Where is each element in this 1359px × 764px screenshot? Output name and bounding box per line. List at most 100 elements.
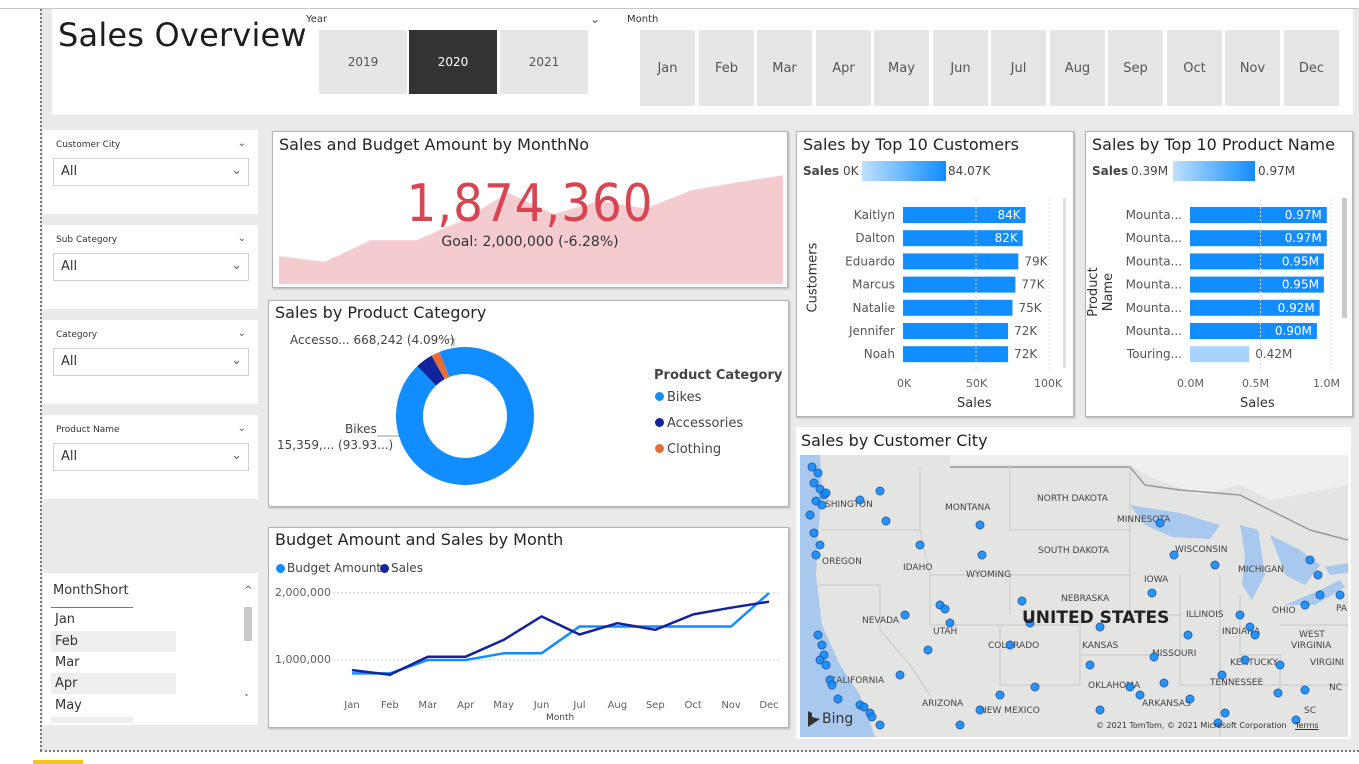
- map-city-bubble[interactable]: [821, 488, 831, 498]
- donut-visual[interactable]: Sales by Product Category Accesso... 668…: [268, 300, 789, 507]
- map-city-bubble[interactable]: [1147, 588, 1157, 598]
- map-city-bubble[interactable]: [975, 520, 985, 530]
- chevron-down-icon[interactable]: ⌄: [238, 423, 246, 434]
- map-city-bubble[interactable]: [1335, 590, 1345, 600]
- map-city-bubble[interactable]: [900, 610, 910, 620]
- map-city-bubble[interactable]: [809, 528, 819, 538]
- map-city-bubble[interactable]: [923, 645, 933, 655]
- month-button-aug[interactable]: Aug: [1050, 30, 1105, 106]
- sub-category-dropdown[interactable]: All ⌄: [53, 253, 249, 281]
- map-city-bubble[interactable]: [813, 468, 823, 478]
- bar[interactable]: [903, 253, 1019, 270]
- map-city-bubble[interactable]: [1005, 640, 1015, 650]
- map-city-bubble[interactable]: [1159, 678, 1169, 688]
- month-button-mar[interactable]: Mar: [757, 30, 812, 106]
- map-city-bubble[interactable]: [1185, 694, 1195, 704]
- map-city-bubble[interactable]: [1085, 660, 1095, 670]
- map-city-bubble[interactable]: [859, 702, 869, 712]
- customer-city-dropdown[interactable]: All ⌄: [53, 158, 249, 186]
- product-name-dropdown[interactable]: All ⌄: [53, 443, 249, 471]
- bar[interactable]: [1190, 346, 1250, 363]
- month-button-jun[interactable]: Jun: [933, 30, 988, 106]
- year-button-2020[interactable]: 2020: [409, 30, 497, 94]
- list-item[interactable]: Mar: [51, 652, 176, 673]
- map-city-bubble[interactable]: [895, 670, 905, 680]
- map-city-bubble[interactable]: [1245, 622, 1255, 632]
- line-chart-visual[interactable]: Budget Amount and Sales by Month Budget …: [268, 527, 789, 728]
- map-city-bubble[interactable]: [867, 712, 877, 722]
- map-city-bubble[interactable]: [915, 540, 925, 550]
- map-city-bubble[interactable]: [807, 462, 817, 472]
- map-city-bubble[interactable]: [1235, 610, 1245, 620]
- map-city-bubble[interactable]: [1210, 560, 1220, 570]
- map-city-bubble[interactable]: [1315, 590, 1325, 600]
- month-button-dec[interactable]: Dec: [1284, 30, 1339, 106]
- map-canvas[interactable]: SHINGTON MONTANANORTH DAKOTAMINNESOTAOREG…: [800, 455, 1348, 737]
- chevron-down-icon[interactable]: ⌄: [238, 328, 246, 339]
- map-city-bubble[interactable]: [1095, 705, 1105, 715]
- list-item[interactable]: May: [51, 695, 176, 716]
- map-city-bubble[interactable]: [1169, 550, 1179, 560]
- map-city-bubble[interactable]: [1300, 685, 1310, 695]
- map-city-bubble[interactable]: [1149, 652, 1159, 662]
- month-button-apr[interactable]: Apr: [816, 30, 871, 106]
- map-city-bubble[interactable]: [827, 680, 837, 690]
- map-city-bubble[interactable]: [940, 604, 950, 614]
- map-city-bubble[interactable]: [1017, 596, 1027, 606]
- map-city-bubble[interactable]: [1030, 682, 1040, 692]
- scrollbar-thumb[interactable]: [1342, 198, 1347, 318]
- map-city-bubble[interactable]: [821, 660, 831, 670]
- map-city-bubble[interactable]: [1305, 555, 1315, 565]
- map-city-bubble[interactable]: [833, 694, 843, 704]
- donut-slice-bikes[interactable]: [396, 347, 534, 485]
- top-products-visual[interactable]: Sales by Top 10 Product Name Sales 0.39M…: [1085, 131, 1353, 417]
- map-city-bubble[interactable]: [817, 500, 827, 510]
- map-city-bubble[interactable]: [975, 705, 985, 715]
- legend-item-clothing[interactable]: Clothing: [667, 442, 721, 457]
- map-city-bubble[interactable]: [1155, 518, 1165, 528]
- month-button-feb[interactable]: Feb: [699, 30, 754, 106]
- bar[interactable]: [903, 346, 1009, 363]
- year-slicer-chevron-icon[interactable]: ⌄: [590, 12, 600, 26]
- legend-item-bikes[interactable]: Bikes: [667, 390, 701, 405]
- scrollbar-track[interactable]: [1063, 198, 1066, 368]
- map-city-bubble[interactable]: [1275, 660, 1285, 670]
- bar[interactable]: [903, 323, 1009, 339]
- year-button-2019[interactable]: 2019: [319, 30, 407, 94]
- map-city-bubble[interactable]: [1240, 655, 1250, 665]
- month-button-jul[interactable]: Jul: [991, 30, 1046, 106]
- map-city-bubble[interactable]: [811, 550, 821, 560]
- map-city-bubble[interactable]: [995, 690, 1005, 700]
- chevron-down-icon[interactable]: ⌄: [238, 138, 246, 149]
- series-line-sales[interactable]: [351, 600, 770, 676]
- month-button-jan[interactable]: Jan: [640, 30, 695, 106]
- map-city-bubble[interactable]: [813, 630, 823, 640]
- map-terms-link[interactable]: Terms: [1295, 721, 1319, 730]
- month-button-oct[interactable]: Oct: [1167, 30, 1222, 106]
- month-button-may[interactable]: May: [874, 30, 929, 106]
- month-button-sep[interactable]: Sep: [1108, 30, 1163, 106]
- category-dropdown[interactable]: All ⌄: [53, 348, 249, 376]
- map-city-bubble[interactable]: [875, 486, 885, 496]
- map-city-bubble[interactable]: [945, 618, 955, 628]
- chevron-down-icon[interactable]: ⌄: [238, 233, 246, 244]
- list-item[interactable]: Jan: [51, 609, 176, 630]
- map-city-bubble[interactable]: [1217, 670, 1227, 680]
- map-city-bubble[interactable]: [875, 720, 885, 730]
- year-button-2021[interactable]: 2021: [500, 30, 588, 94]
- map-city-bubble[interactable]: [1135, 690, 1145, 700]
- map-city-bubble[interactable]: [805, 510, 815, 520]
- series-line-budget-amount[interactable]: [352, 592, 770, 675]
- map-city-bubble[interactable]: [1300, 600, 1310, 610]
- scroll-up-icon[interactable]: ^: [244, 585, 252, 596]
- map-city-bubble[interactable]: [881, 516, 891, 526]
- top-customers-visual[interactable]: Sales by Top 10 Customers Sales 0K 84.07…: [796, 131, 1074, 417]
- map-city-bubble[interactable]: [1250, 630, 1260, 640]
- list-scrollbar-thumb[interactable]: [244, 607, 252, 641]
- bar[interactable]: [903, 299, 1013, 316]
- map-city-bubble[interactable]: [817, 640, 827, 650]
- map-city-bubble[interactable]: [1220, 708, 1230, 718]
- map-city-bubble[interactable]: [855, 495, 865, 505]
- list-item[interactable]: Apr: [51, 673, 176, 694]
- map-city-bubble[interactable]: [1313, 570, 1323, 580]
